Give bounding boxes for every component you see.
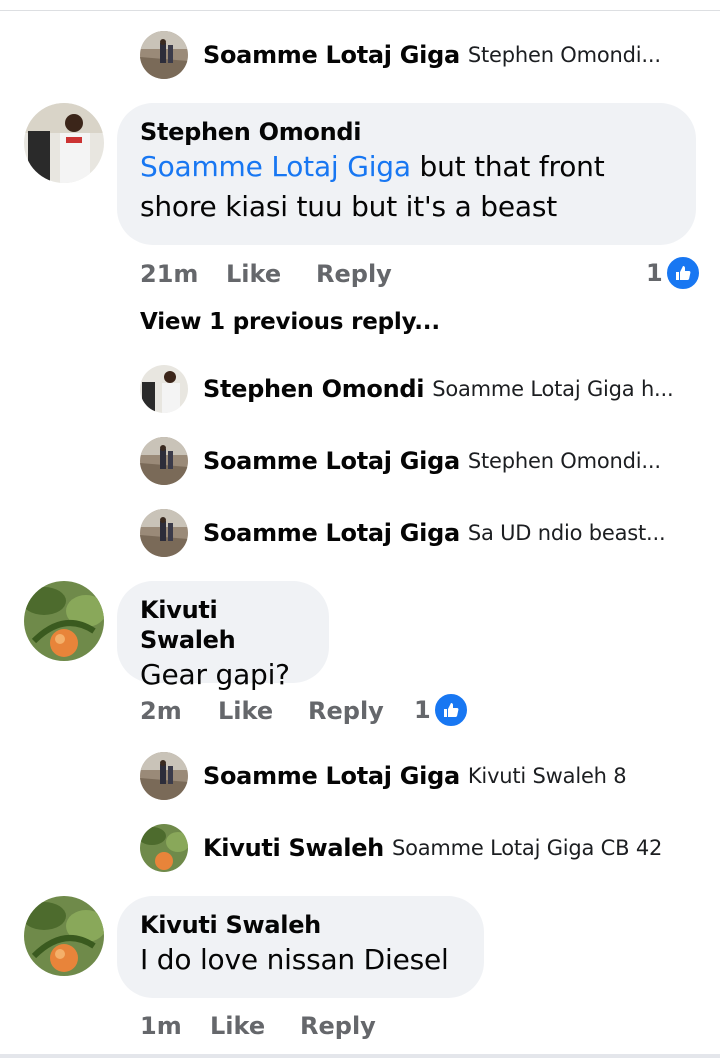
avatar-kivuti[interactable] bbox=[140, 824, 188, 872]
mention-link[interactable]: Soamme Lotaj Giga bbox=[140, 150, 411, 183]
reply-preview[interactable]: Stephen Omondi Soamme Lotaj Giga h... bbox=[203, 365, 674, 413]
reply-button[interactable]: Reply bbox=[308, 697, 384, 725]
reaction-count[interactable]: 1 bbox=[414, 692, 469, 728]
reply-snippet: Soamme Lotaj Giga CB 42 bbox=[391, 836, 663, 860]
reply-snippet: Sa UD ndio beast... bbox=[467, 521, 666, 545]
reply-author[interactable]: Stephen Omondi bbox=[203, 375, 425, 403]
thumbs-up-icon bbox=[664, 255, 701, 291]
reply-preview[interactable]: Kivuti Swaleh Soamme Lotaj Giga CB 42 bbox=[203, 824, 662, 872]
avatar-soamme[interactable] bbox=[140, 509, 188, 557]
comment-time: 1m bbox=[140, 1012, 182, 1040]
comment-text: Soamme Lotaj Giga but that front shore ki… bbox=[140, 150, 605, 223]
comment-author[interactable]: Kivuti Swaleh bbox=[140, 910, 460, 940]
comment-actions: 21m Like Reply bbox=[140, 258, 700, 290]
reply-preview[interactable]: Soamme Lotaj Giga Stephen Omondi... bbox=[203, 437, 661, 485]
view-previous-replies[interactable]: View 1 previous reply... bbox=[140, 309, 440, 335]
avatar-stephen[interactable] bbox=[24, 103, 104, 183]
reply-snippet: Kivuti Swaleh 8 bbox=[467, 764, 627, 788]
avatar-stephen[interactable] bbox=[140, 365, 188, 413]
avatar-soamme[interactable] bbox=[140, 752, 188, 800]
reply-author[interactable]: Soamme Lotaj Giga bbox=[203, 41, 460, 69]
reply-author[interactable]: Soamme Lotaj Giga bbox=[203, 447, 460, 475]
reply-preview[interactable]: Soamme Lotaj Giga Stephen Omondi... bbox=[203, 31, 661, 79]
avatar-kivuti[interactable] bbox=[24, 896, 104, 976]
comment-bubble[interactable]: Kivuti Swaleh I do love nissan Diesel bbox=[117, 896, 484, 998]
reply-button[interactable]: Reply bbox=[316, 260, 392, 288]
comment-bubble[interactable]: Kivuti Swaleh Gear gapi? bbox=[117, 581, 329, 691]
reaction-count-value: 1 bbox=[646, 259, 663, 287]
comment-time: 21m bbox=[140, 260, 199, 288]
reply-button[interactable]: Reply bbox=[300, 1012, 376, 1040]
like-button[interactable]: Like bbox=[218, 697, 273, 725]
reply-author[interactable]: Soamme Lotaj Giga bbox=[203, 762, 460, 790]
reply-snippet: Stephen Omondi... bbox=[467, 449, 661, 473]
reply-preview[interactable]: Soamme Lotaj Giga Kivuti Swaleh 8 bbox=[203, 752, 627, 800]
avatar-soamme[interactable] bbox=[140, 437, 188, 485]
reaction-count-value: 1 bbox=[414, 696, 431, 724]
reply-author[interactable]: Kivuti Swaleh bbox=[203, 834, 384, 862]
reply-snippet: Soamme Lotaj Giga h... bbox=[432, 377, 674, 401]
top-divider bbox=[0, 0, 720, 11]
avatar-kivuti[interactable] bbox=[24, 581, 104, 661]
comment-text: Gear gapi? bbox=[140, 658, 290, 691]
reply-snippet: Stephen Omondi... bbox=[467, 43, 661, 67]
bottom-divider bbox=[0, 1054, 720, 1058]
comment-author[interactable]: Stephen Omondi bbox=[140, 117, 672, 147]
thumbs-up-icon bbox=[432, 692, 469, 728]
reply-author[interactable]: Soamme Lotaj Giga bbox=[203, 519, 460, 547]
like-button[interactable]: Like bbox=[226, 260, 281, 288]
like-button[interactable]: Like bbox=[210, 1012, 265, 1040]
reply-preview[interactable]: Soamme Lotaj Giga Sa UD ndio beast... bbox=[203, 509, 666, 557]
comment-author[interactable]: Kivuti Swaleh bbox=[140, 595, 305, 655]
reaction-count[interactable]: 1 bbox=[646, 255, 701, 291]
comment-actions: 1m Like Reply bbox=[140, 1010, 500, 1042]
comment-text: I do love nissan Diesel bbox=[140, 943, 449, 976]
comment-bubble[interactable]: Stephen Omondi Soamme Lotaj Giga but tha… bbox=[117, 103, 696, 245]
comment-time: 2m bbox=[140, 697, 182, 725]
avatar-soamme[interactable] bbox=[140, 31, 188, 79]
